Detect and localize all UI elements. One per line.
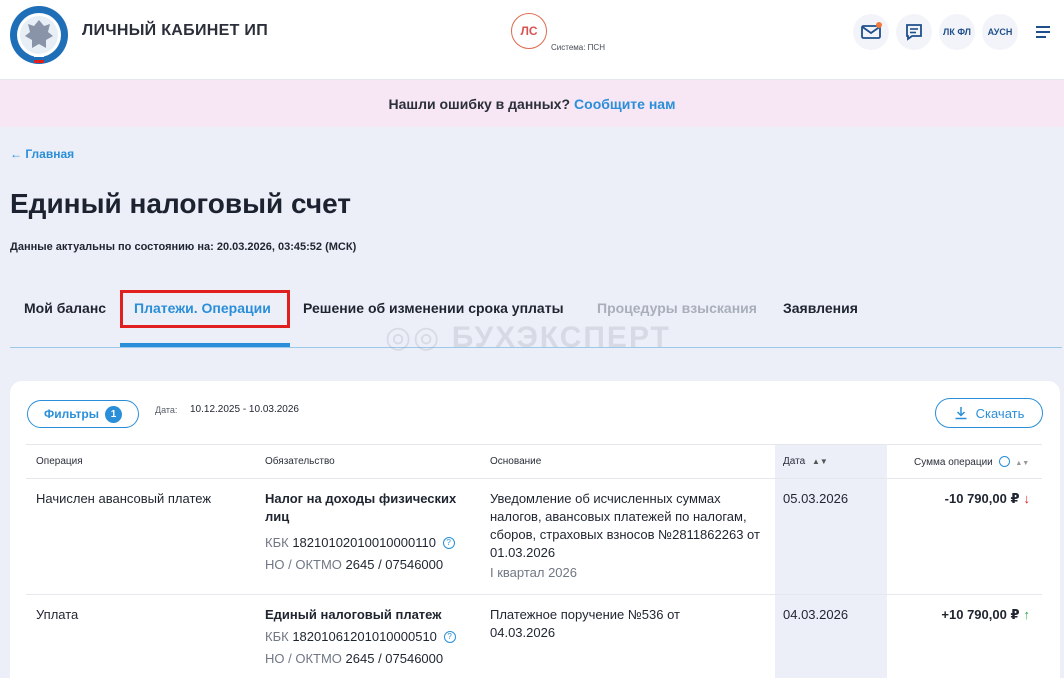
cell-obligation: Единый налоговый платеж КБК 182010612010… (265, 606, 480, 668)
sort-arrows-icon: ▲▼ (811, 457, 828, 466)
cell-date: 04.03.2026 (783, 607, 849, 622)
error-report-banner: Нашли ошибку в данных? Сообщите нам (0, 80, 1064, 127)
arrow-down-icon: ↓ (1023, 491, 1031, 506)
help-icon[interactable]: ? (443, 631, 456, 643)
oktmo-line: НО / ОКТМО 2645 / 07546000 (265, 557, 444, 572)
oktmo-line: НО / ОКТМО 2645 / 07546000 (265, 651, 444, 666)
filters-count-badge: 1 (105, 405, 123, 423)
chat-icon (906, 24, 922, 41)
tab-applications[interactable]: Заявления (783, 300, 858, 316)
basis-text: Уведомление об исчисленных суммах налого… (490, 491, 760, 560)
tab-collection-procedures[interactable]: Процедуры взыскания (597, 300, 757, 316)
tab-payment-deadline-decision[interactable]: Решение об изменении срока уплаты (303, 300, 564, 316)
obligation-title: Налог на доходы физических лиц (265, 491, 457, 524)
tab-my-balance[interactable]: Мой баланс (24, 300, 106, 316)
watermark: ◎◎ БУХЭКСПЕРТ (385, 321, 671, 354)
lk-fl-button[interactable]: ЛК ФЛ (939, 14, 975, 50)
cell-amount: +10 790,00 ₽ ↑ (941, 607, 1031, 622)
cell-basis: Платежное поручение №536 от 04.03.2026 (490, 607, 680, 640)
fns-emblem-logo[interactable] (8, 4, 70, 66)
system-badge[interactable]: ЛС (511, 13, 547, 49)
ausn-button[interactable]: АУСН (982, 14, 1018, 50)
obligation-title: Единый налоговый платеж (265, 607, 442, 622)
tab-payments-operations[interactable]: Платежи. Операции (134, 300, 271, 316)
date-filter-value: 10.12.2025 - 10.03.2026 (190, 404, 299, 415)
download-button[interactable]: Скачать (935, 398, 1043, 428)
hamburger-menu-icon (1036, 26, 1050, 38)
operations-card: Фильтры 1 Дата: 10.12.2025 - 10.03.2026 … (10, 381, 1060, 678)
back-to-home-link[interactable]: ← Главная (10, 147, 74, 161)
header-basis: Основание (490, 456, 542, 467)
help-icon[interactable]: ? (442, 537, 455, 549)
sort-arrows-icon[interactable]: ▲▼ (1015, 460, 1029, 467)
filters-label: Фильтры (43, 407, 100, 421)
notification-dot (876, 22, 882, 28)
active-tab-underline (120, 343, 290, 347)
table-row[interactable]: Уплата Единый налоговый платеж КБК 18201… (26, 595, 1042, 678)
arrow-up-icon: ↑ (1023, 607, 1031, 622)
table-header: Операция Обязательство Основание Дата ▲▼… (26, 444, 1042, 479)
system-label: Система: ПСН (551, 43, 605, 52)
download-icon (955, 407, 967, 420)
date-filter-label: Дата: (155, 405, 178, 415)
mail-button[interactable] (853, 14, 889, 50)
messages-button[interactable] (896, 14, 932, 50)
cell-obligation: Налог на доходы физических лиц КБК 18210… (265, 490, 480, 574)
basis-period: I квартал 2026 (490, 565, 578, 580)
page-title: Единый налоговый счет (10, 188, 352, 219)
kbk-line: КБК 18210102010010000110 ? (265, 534, 480, 552)
header-date: Дата (783, 456, 806, 467)
report-link[interactable]: Сообщите нам (574, 96, 675, 112)
cell-date: 05.03.2026 (783, 491, 849, 506)
watermark-glasses-icon: ◎◎ (385, 321, 452, 354)
app-title: ЛИЧНЫЙ КАБИНЕТ ИП (82, 22, 268, 39)
banner-text: Нашли ошибку в данных? (388, 95, 571, 112)
cell-operation: Уплата (36, 607, 79, 622)
top-header: ЛИЧНЫЙ КАБИНЕТ ИП ЛС Система: ПСН ЛК ФЛ … (0, 0, 1064, 80)
download-label: Скачать (975, 405, 1025, 421)
table-row[interactable]: Начислен авансовый платеж Налог на доход… (26, 479, 1042, 595)
header-obligation: Обязательство (265, 456, 335, 467)
kbk-line: КБК 18201061201010000510 ? (265, 628, 480, 646)
cell-amount: -10 790,00 ₽ ↓ (944, 491, 1031, 506)
menu-button[interactable] (1025, 14, 1061, 50)
cell-operation: Начислен авансовый платеж (36, 491, 212, 506)
cell-basis: Уведомление об исчисленных суммах налого… (490, 490, 765, 582)
filters-button[interactable]: Фильтры 1 (27, 400, 139, 428)
data-timestamp: Данные актуальны по состоянию на: 20.03.… (10, 241, 357, 253)
header-operation: Операция (36, 456, 83, 467)
header-amount: Сумма операции ▲▼ (914, 456, 1030, 468)
info-icon[interactable] (998, 456, 1010, 467)
header-date-sort[interactable]: Дата ▲▼ (783, 456, 828, 467)
